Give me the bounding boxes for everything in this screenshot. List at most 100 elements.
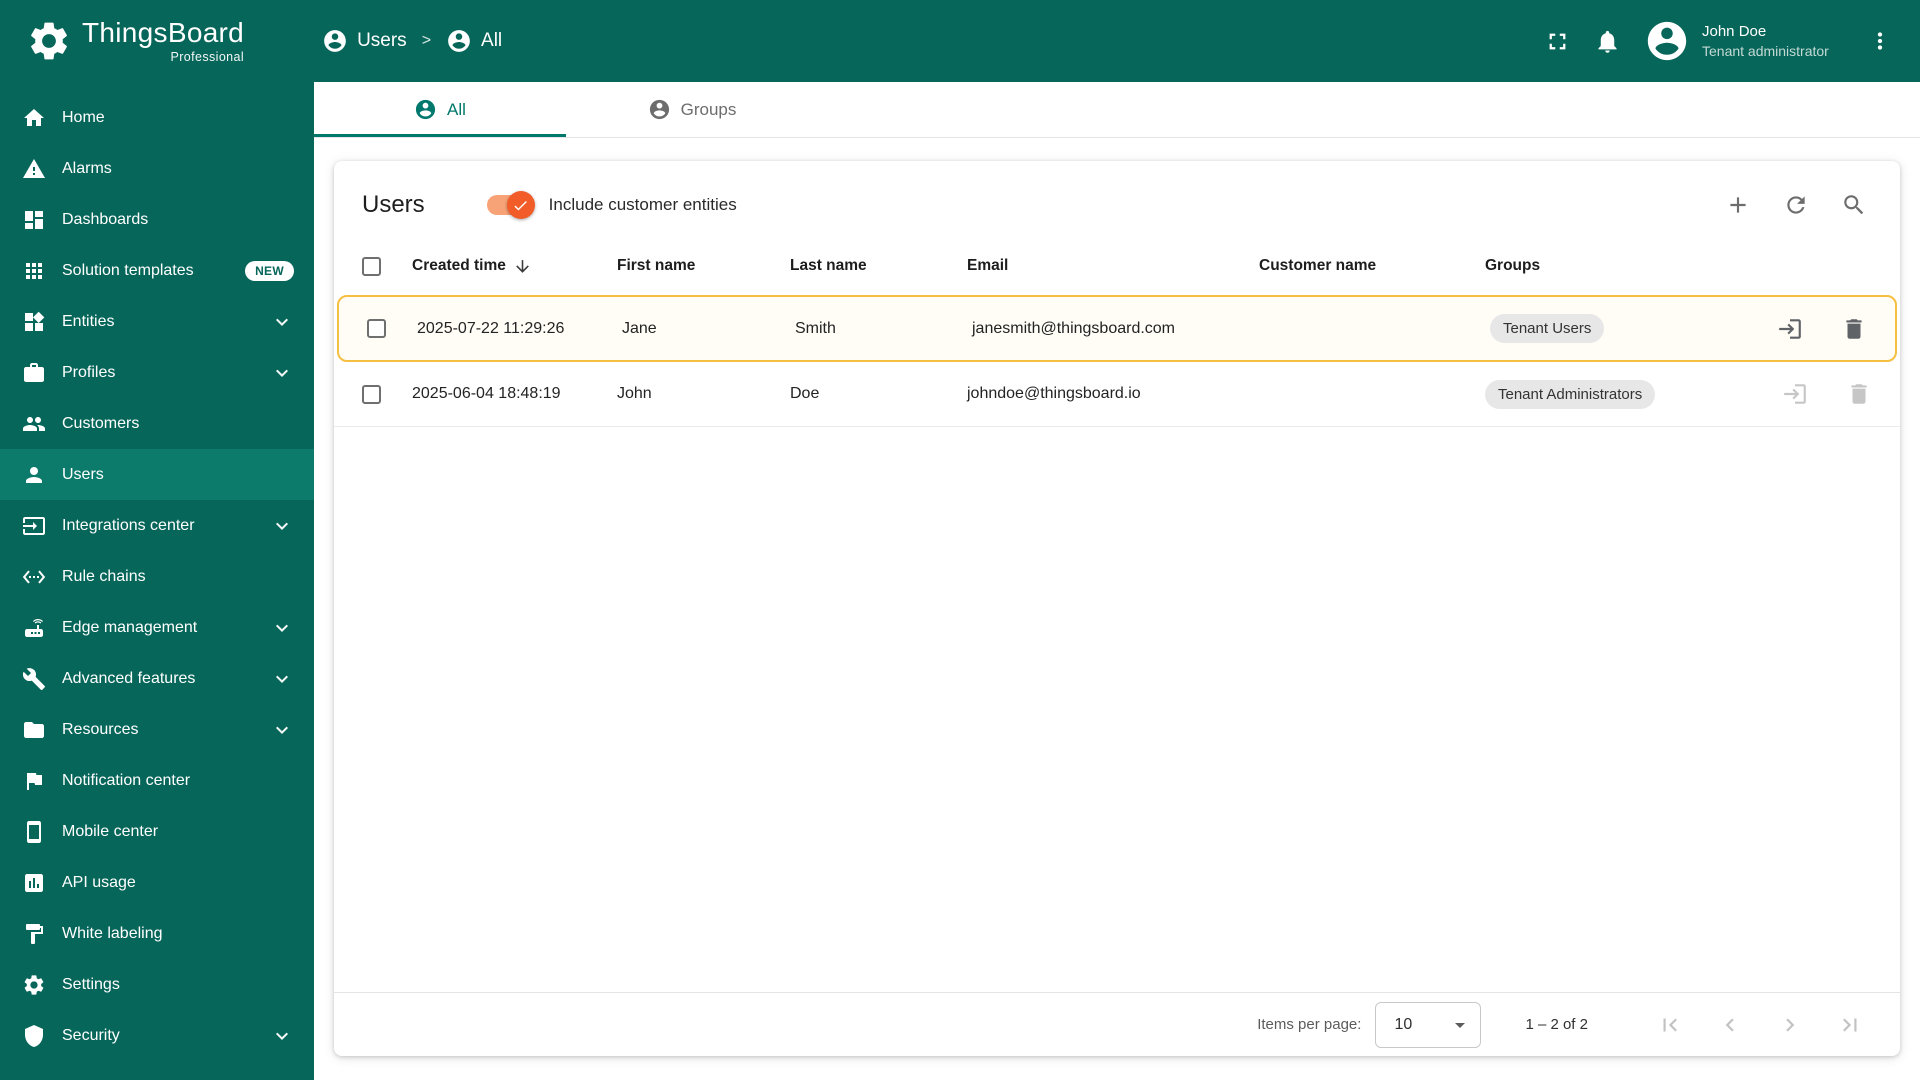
notifications-button[interactable]: [1582, 16, 1632, 66]
sidebar-item-notification-center[interactable]: Notification center: [0, 755, 314, 806]
sidebar-item-home[interactable]: Home: [0, 92, 314, 143]
sidebar-item-customers[interactable]: Customers: [0, 398, 314, 449]
account-circle-icon: [415, 99, 436, 120]
sort-desc-icon: [516, 259, 529, 273]
header-right: John Doe Tenant administrator: [1532, 16, 1902, 66]
last-page-button[interactable]: [1826, 1001, 1874, 1049]
search-icon: [1844, 195, 1864, 215]
column-label: Created time: [412, 257, 506, 274]
select-all-checkbox[interactable]: [362, 256, 381, 276]
fullscreen-button[interactable]: [1532, 16, 1582, 66]
sidebar-item-label: Notification center: [62, 771, 191, 789]
sidebar-item-entities[interactable]: Entities: [0, 296, 314, 347]
items-per-page-select[interactable]: 10: [1375, 1001, 1482, 1048]
delete-user-button[interactable]: [1844, 379, 1874, 409]
sidebar-item-profiles[interactable]: Profiles: [0, 347, 314, 398]
cell-customer-name: [1248, 297, 1474, 360]
sidebar: Home Alarms Dashboards Solution templates NE…: [0, 82, 314, 1080]
fullscreen-icon: [1549, 33, 1565, 49]
header-menu-button[interactable]: [1858, 19, 1902, 63]
avatar[interactable]: [1644, 18, 1690, 64]
add-user-button[interactable]: [1718, 185, 1758, 225]
tab-groups[interactable]: Groups: [566, 82, 818, 137]
delete-icon: [1846, 318, 1862, 339]
sidebar-item-integrations-center[interactable]: Integrations center: [0, 500, 314, 551]
solution-templates-icon: [26, 262, 42, 279]
cell-groups: Tenant Users: [1474, 297, 1765, 360]
sidebar-item-users[interactable]: Users: [0, 449, 314, 500]
account-circle-icon: [1647, 21, 1687, 61]
sidebar-item-label: Integrations center: [62, 516, 195, 534]
sidebar-item-settings[interactable]: Settings: [0, 959, 314, 1010]
include-customer-entities-toggle[interactable]: Include customer entities: [486, 191, 737, 219]
login-icon: [1784, 384, 1806, 404]
sidebar-item-api-usage[interactable]: API usage: [0, 857, 314, 908]
table-row[interactable]: 2025-07-22 11:29:26 Jane Smith janesmith@th…: [337, 295, 1897, 362]
table-footer: Items per page: 10 1 – 2 of 2: [334, 992, 1900, 1056]
sidebar-item-label: Users: [62, 465, 104, 483]
group-chip[interactable]: Tenant Administrators: [1485, 379, 1656, 409]
table-header-row: Created time First name Last name Email Cust…: [334, 239, 1900, 293]
resources-icon: [24, 721, 44, 738]
row-actions: [1765, 297, 1895, 360]
sidebar-item-solution-templates[interactable]: Solution templates NEW: [0, 245, 314, 296]
sidebar-item-mobile-center[interactable]: Mobile center: [0, 806, 314, 857]
breadcrumb-label: Users: [357, 30, 407, 51]
cell-last-name: Doe: [790, 385, 820, 402]
cell-email: janesmith@thingsboard.com: [972, 319, 1176, 337]
sidebar-item-white-labeling[interactable]: White labeling: [0, 908, 314, 959]
users-card: Users Include customer entities Created …: [334, 161, 1900, 1056]
top-header: ThingsBoard Professional Users > All John …: [0, 0, 1920, 82]
row-checkbox[interactable]: [362, 384, 381, 404]
pagination-range: 1 – 2 of 2: [1525, 1016, 1588, 1033]
notification-center-icon: [27, 772, 42, 790]
sidebar-item-rule-chains[interactable]: Rule chains: [0, 551, 314, 602]
group-chip[interactable]: Tenant Users: [1490, 314, 1605, 343]
dashboards-icon: [25, 210, 43, 229]
first-page-icon: [1663, 1018, 1677, 1031]
breadcrumb-item-users[interactable]: Users: [322, 28, 407, 54]
delete-user-button[interactable]: [1839, 314, 1869, 344]
column-header-last-name[interactable]: Last name: [774, 257, 951, 275]
next-page-button[interactable]: [1766, 1001, 1814, 1049]
cell-groups: Tenant Administrators: [1469, 362, 1770, 426]
row-checkbox-cell: [334, 362, 396, 426]
column-header-first-name[interactable]: First name: [601, 257, 774, 275]
column-header-groups[interactable]: Groups: [1469, 257, 1770, 275]
sidebar-item-resources[interactable]: Resources: [0, 704, 314, 755]
entities-icon: [25, 311, 45, 331]
sidebar-item-advanced-features[interactable]: Advanced features: [0, 653, 314, 704]
sidebar-item-label: Rule chains: [62, 567, 146, 585]
first-page-button[interactable]: [1646, 1001, 1694, 1049]
edge-management-icon: [25, 618, 43, 637]
dropdown-arrow-icon: [1448, 1013, 1472, 1037]
sidebar-item-security[interactable]: Security: [0, 1010, 314, 1061]
cell-last-name: Smith: [795, 319, 836, 337]
row-checkbox[interactable]: [367, 319, 386, 338]
column-header-customer-name[interactable]: Customer name: [1243, 257, 1469, 275]
breadcrumb-separator: >: [421, 32, 432, 49]
sidebar-item-edge-management[interactable]: Edge management: [0, 602, 314, 653]
breadcrumb-item-all[interactable]: All: [446, 28, 502, 54]
tab-all[interactable]: All: [314, 82, 566, 137]
prev-page-button[interactable]: [1706, 1001, 1754, 1049]
column-header-email[interactable]: Email: [951, 257, 1243, 275]
tab-bar: All Groups: [314, 82, 1920, 138]
sidebar-item-alarms[interactable]: Alarms: [0, 143, 314, 194]
chevron-down-icon: [276, 369, 288, 377]
refresh-button[interactable]: [1776, 185, 1816, 225]
sidebar-item-label: Entities: [62, 312, 115, 330]
users-title: Users: [362, 191, 425, 218]
dropdown-arrow-icon: [1455, 1022, 1466, 1028]
login-as-user-button[interactable]: [1780, 379, 1810, 409]
row-checkbox-cell: [339, 297, 401, 360]
sidebar-item-dashboards[interactable]: Dashboards: [0, 194, 314, 245]
brand-logo[interactable]: ThingsBoard Professional: [26, 18, 244, 64]
login-icon: [1779, 318, 1801, 339]
login-as-user-button[interactable]: [1775, 314, 1805, 344]
search-button[interactable]: [1834, 185, 1874, 225]
chevron-down-icon: [276, 726, 288, 734]
column-header-created-time[interactable]: Created time: [396, 257, 601, 276]
table-row[interactable]: 2025-06-04 18:48:19 John Doe johndoe@things…: [334, 362, 1900, 427]
user-info: John Doe Tenant administrator: [1702, 23, 1852, 59]
